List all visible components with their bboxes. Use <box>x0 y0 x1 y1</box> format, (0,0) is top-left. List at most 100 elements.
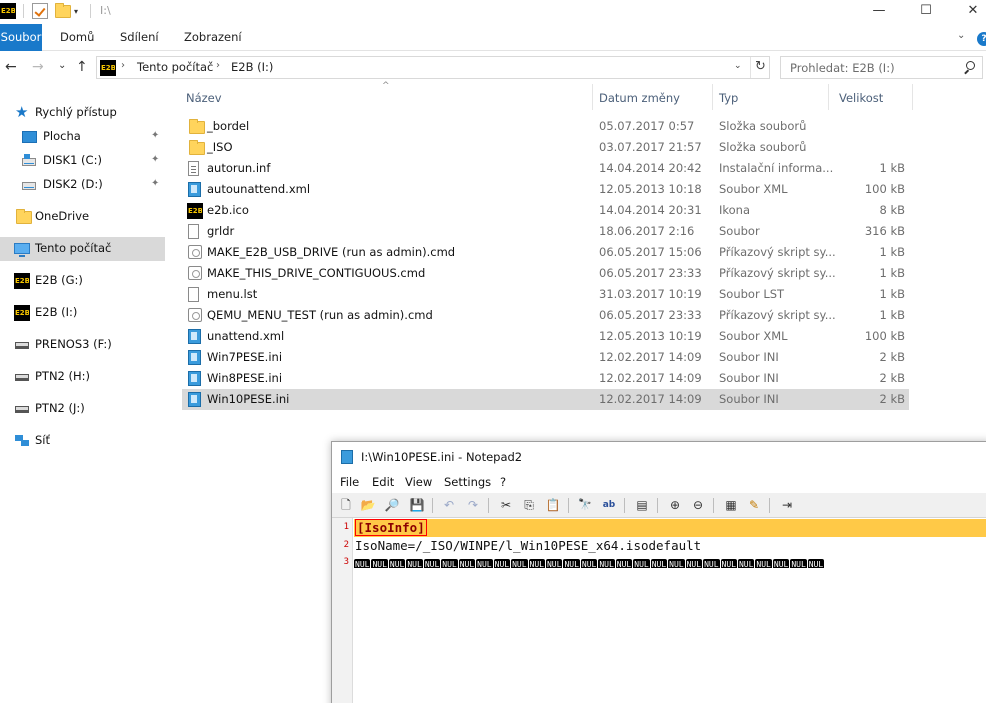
find-icon[interactable]: 🔭 <box>577 497 593 513</box>
maximize-button[interactable]: ☐ <box>903 0 949 24</box>
sidebar-item-onedrive[interactable]: OneDrive <box>0 205 165 229</box>
search-placeholder: Prohledat: E2B (I:) <box>790 61 895 75</box>
code-line-2[interactable]: IsoName=/_ISO/WINPE/l_Win10PESE_x64.isod… <box>355 537 701 555</box>
sidebar-item-network[interactable]: Síť <box>0 429 165 453</box>
file-row-e2b-ico[interactable]: E2B e2b.ico 14.04.2014 20:31 Ikona 8 kB <box>182 200 909 221</box>
column-divider[interactable] <box>912 84 913 110</box>
search-icon[interactable] <box>963 61 975 73</box>
file-row-bordel[interactable]: _bordel 05.07.2017 0:57 Složka souborů <box>182 116 909 137</box>
sidebar-item-e2b-i[interactable]: E2B E2B (I:) <box>0 301 165 325</box>
sidebar-item-prenos3[interactable]: PRENOS3 (F:) <box>0 333 165 357</box>
nul-char-marker: NUL <box>545 559 563 568</box>
expand-ribbon-chevron-icon[interactable]: ⌄ <box>957 30 965 41</box>
file-row-win7pese[interactable]: Win7PESE.ini 12.02.2017 14:09 Soubor INI… <box>182 347 909 368</box>
back-button[interactable]: ← <box>5 59 17 75</box>
breadcrumb-separator-icon[interactable]: › <box>121 60 125 71</box>
file-type: Ikona <box>719 203 751 217</box>
menu-view[interactable]: View <box>405 475 432 489</box>
sidebar-item-e2b-g[interactable]: E2B E2B (G:) <box>0 269 165 293</box>
address-bar[interactable]: E2B › Tento počítač › E2B (I:) ⌄ ↻ <box>96 56 770 79</box>
column-header-date[interactable]: Datum změny <box>595 84 712 110</box>
tab-sdileni[interactable]: Sdílení <box>120 24 159 51</box>
menu-edit[interactable]: Edit <box>372 475 394 489</box>
new-icon[interactable]: 🗋 <box>338 497 354 513</box>
file-row-qemu-menu-test[interactable]: QEMU_MENU_TEST (run as admin).cmd 06.05.… <box>182 305 909 326</box>
column-divider[interactable] <box>712 84 713 110</box>
sidebar-item-ptn2-h[interactable]: PTN2 (H:) <box>0 365 165 389</box>
breadcrumb-separator-icon[interactable]: › <box>216 60 220 71</box>
menu-settings[interactable]: Settings <box>444 475 491 489</box>
notepad2-window[interactable]: I:\Win10PESE.ini - Notepad2 File Edit Vi… <box>331 441 986 703</box>
file-row-unattend[interactable]: unattend.xml 12.05.2013 10:19 Soubor XML… <box>182 326 909 347</box>
breadcrumb-this-pc[interactable]: Tento počítač <box>137 60 213 74</box>
minimize-button[interactable]: — <box>856 0 902 24</box>
refresh-button[interactable]: ↻ <box>750 57 770 78</box>
e2b-icon: E2B <box>187 203 203 219</box>
new-folder-icon[interactable] <box>55 3 71 18</box>
up-button[interactable]: ↑ <box>76 59 88 75</box>
customize-icon[interactable]: ✎ <box>746 497 762 513</box>
word-wrap-icon[interactable]: ▤ <box>634 497 650 513</box>
cut-icon[interactable]: ✂ <box>498 497 514 513</box>
notepad2-title-bar[interactable]: I:\Win10PESE.ini - Notepad2 <box>332 442 986 472</box>
help-button[interactable]: ? <box>977 32 986 46</box>
sidebar-item-ptn2-j[interactable]: PTN2 (J:) <box>0 397 165 421</box>
file-name: autorun.inf <box>207 161 271 175</box>
paste-icon[interactable]: 📋 <box>545 497 561 513</box>
column-header-type[interactable]: Typ <box>715 84 828 110</box>
copy-icon[interactable]: ⎘ <box>521 497 537 513</box>
sidebar-item-disk1[interactable]: DISK1 (C:) ✦ <box>0 149 165 173</box>
file-name: MAKE_E2B_USB_DRIVE (run as admin).cmd <box>207 245 456 259</box>
file-name: QEMU_MENU_TEST (run as admin).cmd <box>207 308 433 322</box>
address-dropdown-icon[interactable]: ⌄ <box>734 61 742 71</box>
file-row-make-e2b-usb[interactable]: MAKE_E2B_USB_DRIVE (run as admin).cmd 06… <box>182 242 909 263</box>
tab-zobrazeni[interactable]: Zobrazení <box>184 24 242 51</box>
nul-char-marker: NUL <box>650 559 668 568</box>
file-row-menu-lst[interactable]: menu.lst 31.03.2017 10:19 Soubor LST 1 k… <box>182 284 909 305</box>
menu-help[interactable]: ? <box>500 475 506 489</box>
open-icon[interactable]: 📂 <box>360 497 376 513</box>
editor-area[interactable]: 1 2 3 [IsoInfo] IsoName=/_ISO/WINPE/l_Wi… <box>332 518 986 703</box>
forward-button[interactable]: → <box>32 59 44 75</box>
save-icon[interactable]: 💾 <box>409 497 425 513</box>
file-name: MAKE_THIS_DRIVE_CONTIGUOUS.cmd <box>207 266 426 280</box>
menu-file[interactable]: File <box>340 475 359 489</box>
file-row-autorun[interactable]: autorun.inf 14.04.2014 20:42 Instalační … <box>182 158 909 179</box>
column-header-name[interactable]: Název <box>182 84 592 110</box>
exit-icon[interactable]: ⇥ <box>779 497 795 513</box>
zoom-in-icon[interactable]: ⊕ <box>667 497 683 513</box>
file-row-grldr[interactable]: grldr 18.06.2017 2:16 Soubor 316 kB <box>182 221 909 242</box>
scheme-icon[interactable]: ▦ <box>723 497 739 513</box>
file-size: 1 kB <box>879 287 905 301</box>
sidebar-item-desktop[interactable]: Plocha ✦ <box>0 125 165 149</box>
undo-icon[interactable]: ↶ <box>441 497 457 513</box>
tab-soubor[interactable]: Soubor <box>0 24 42 51</box>
browse-icon[interactable]: 🔎 <box>384 497 400 513</box>
column-divider[interactable] <box>592 84 593 110</box>
file-row-win8pese[interactable]: Win8PESE.ini 12.02.2017 14:09 Soubor INI… <box>182 368 909 389</box>
close-button[interactable]: ✕ <box>950 0 986 24</box>
recent-locations-dropdown[interactable]: ⌄ <box>58 60 66 71</box>
file-row-iso[interactable]: _ISO 03.07.2017 21:57 Složka souborů <box>182 137 909 158</box>
code-line-1[interactable]: [IsoInfo] <box>355 519 427 537</box>
file-row-win10pese[interactable]: Win10PESE.ini 12.02.2017 14:09 Soubor IN… <box>182 389 909 410</box>
sidebar-item-label: PTN2 (H:) <box>35 369 91 383</box>
redo-icon[interactable]: ↷ <box>465 497 481 513</box>
file-row-autounattend[interactable]: autounattend.xml 12.05.2013 10:18 Soubor… <box>182 179 909 200</box>
column-header-size[interactable]: Velikost <box>835 84 915 110</box>
code-line-3[interactable]: NUL NUL NUL NUL NUL NUL NUL NUL NUL NUL NUL NUL NUL N… <box>354 556 986 568</box>
sidebar-item-quick-access[interactable]: ★ Rychlý přístup <box>0 101 165 125</box>
file-row-make-contiguous[interactable]: MAKE_THIS_DRIVE_CONTIGUOUS.cmd 06.05.201… <box>182 263 909 284</box>
zoom-out-icon[interactable]: ⊖ <box>690 497 706 513</box>
network-icon <box>14 433 30 449</box>
properties-check-icon[interactable] <box>32 3 48 19</box>
customize-quick-access-dropdown[interactable]: ▾ <box>74 7 78 16</box>
search-input[interactable]: Prohledat: E2B (I:) <box>780 56 983 79</box>
replace-icon[interactable]: ab <box>601 497 617 513</box>
tab-domu[interactable]: Domů <box>60 24 94 51</box>
breadcrumb-e2b-drive[interactable]: E2B (I:) <box>231 60 273 74</box>
column-divider[interactable] <box>828 84 829 110</box>
sidebar-item-disk2[interactable]: DISK2 (D:) ✦ <box>0 173 165 197</box>
file-name: Win7PESE.ini <box>207 350 283 364</box>
sidebar-item-this-pc[interactable]: Tento počítač <box>0 237 165 261</box>
